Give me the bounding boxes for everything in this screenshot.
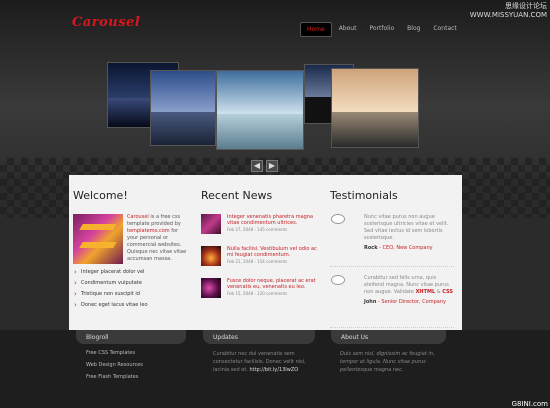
- welcome-list: Integer placerat dolor vel Condimentum v…: [73, 266, 188, 309]
- blogroll-heading: Blogroll: [76, 330, 186, 344]
- testimonial: Nunc vitae purus non augue scelerisque u…: [330, 214, 454, 262]
- news-date: Feb 15, 2048 - 120 comments: [227, 291, 288, 296]
- updates-link[interactable]: http://bit.ly/13IwZO: [249, 367, 298, 373]
- blogroll-link[interactable]: Free CSS Templates: [86, 350, 143, 356]
- testimonial: Curabitur sed felis urna, quis eleifend …: [330, 275, 454, 323]
- divider: [330, 266, 454, 267]
- testimonial-author: Rock: [364, 245, 378, 251]
- welcome-title: Welcome!: [73, 189, 128, 202]
- watermark: 思缘设计论坛 WWW.MISSYUAN.COM: [469, 2, 547, 19]
- news-date: Feb 27, 2048 - 145 comments: [227, 227, 288, 232]
- blogroll-link[interactable]: Free Flash Templates: [86, 374, 143, 380]
- about-text: Duis sem nisl, dignissim ac feugiat in, …: [340, 351, 435, 373]
- testimonials-column: Testimonials Nunc vitae purus non augue …: [330, 175, 454, 330]
- carousel-slide-sunset[interactable]: [331, 68, 419, 148]
- blogroll-list: Free CSS Templates Web Design Resources …: [86, 350, 143, 386]
- news-item: Nulla facilisi. Vestibulum vel odio ac m…: [201, 246, 321, 270]
- divider: [330, 327, 454, 328]
- testimonial-quote: Curabitur sed felis urna, quis eleifend …: [364, 275, 454, 295]
- news-link[interactable]: Fusce dolor neque, placerat ac erat vene…: [227, 278, 316, 290]
- nav-blog[interactable]: Blog: [401, 22, 426, 37]
- news-date: Feb 21, 2048 - 154 comments: [227, 259, 288, 264]
- list-item[interactable]: Donec eget lacus vitae leo: [73, 301, 188, 309]
- testimonial-quote: Nunc vitae purus non augue scelerisque u…: [364, 214, 449, 241]
- carousel-slide-clouds[interactable]: [150, 70, 216, 146]
- list-item[interactable]: Condimentum vulputate: [73, 279, 188, 287]
- news-link[interactable]: Integer venenatis pharetra magna vitae c…: [227, 214, 313, 226]
- welcome-column: Welcome! Carousel is a free css template…: [73, 175, 188, 330]
- news-thumbnail[interactable]: [201, 278, 221, 298]
- speech-bubble-icon: [331, 275, 345, 285]
- blogroll-link[interactable]: Web Design Resources: [86, 362, 143, 368]
- testimonial-role: - Senior Director, Company: [376, 299, 446, 305]
- news-thumbnail[interactable]: [201, 246, 221, 266]
- testimonial-author: John: [364, 299, 377, 305]
- nav-portfolio[interactable]: Portfolio: [363, 22, 400, 37]
- testimonial-role: - CEO, New Company: [377, 245, 433, 251]
- speech-bubble-icon: [331, 214, 345, 224]
- site-badge: G8INI.com: [511, 400, 548, 408]
- news-title: Recent News: [201, 189, 273, 202]
- nav-home[interactable]: Home: [300, 22, 332, 37]
- carousel-slide-boat[interactable]: [216, 70, 304, 150]
- xhtml-link[interactable]: XHTML: [416, 289, 436, 295]
- next-arrow-icon[interactable]: ▶: [266, 160, 278, 172]
- updates-heading: Updates: [203, 330, 315, 344]
- news-column: Recent News Integer venenatis pharetra m…: [201, 175, 321, 330]
- news-item: Integer venenatis pharetra magna vitae c…: [201, 214, 321, 238]
- site-logo[interactable]: Carousel: [72, 15, 140, 30]
- about-heading: About Us: [331, 330, 446, 344]
- news-item: Fusce dolor neque, placerat ac erat vene…: [201, 278, 321, 302]
- nav-contact[interactable]: Contact: [427, 22, 462, 37]
- testimonials-title: Testimonials: [330, 189, 398, 202]
- news-link[interactable]: Nulla facilisi. Vestibulum vel odio ac m…: [227, 246, 317, 258]
- carousel-controls: ◀ ▶: [251, 160, 278, 172]
- news-thumbnail[interactable]: [201, 214, 221, 234]
- nav-about[interactable]: About: [333, 22, 363, 37]
- templatemo-link[interactable]: templatemo.com: [127, 228, 170, 234]
- list-item[interactable]: Tristique non suscipit id: [73, 290, 188, 298]
- prev-arrow-icon[interactable]: ◀: [251, 160, 263, 172]
- welcome-image: [73, 214, 123, 264]
- footer: Blogroll Updates About Us Free CSS Templ…: [0, 330, 550, 408]
- main-nav: Home About Portfolio Blog Contact: [300, 22, 464, 37]
- css-link[interactable]: CSS: [442, 289, 453, 295]
- content-panel: Welcome! Carousel is a free css template…: [69, 175, 462, 330]
- list-item[interactable]: Integer placerat dolor vel: [73, 268, 188, 276]
- updates-text: Curabitur nec dui venenatis sem consecte…: [213, 351, 306, 373]
